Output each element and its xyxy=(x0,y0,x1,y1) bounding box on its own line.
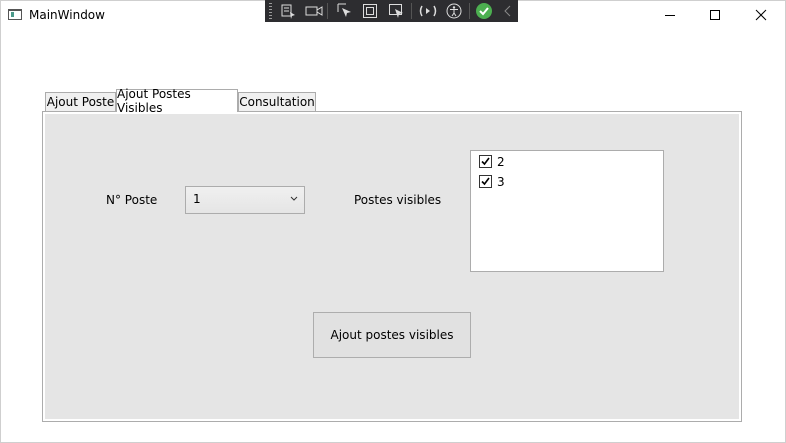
list-item[interactable]: 2 xyxy=(479,154,505,169)
live-visual-tree-icon[interactable] xyxy=(279,2,297,20)
poste-selected-value: 1 xyxy=(193,192,201,206)
checkbox-poste-2[interactable] xyxy=(479,155,492,168)
checkbox-poste-3[interactable] xyxy=(479,175,492,188)
tab-ajout-postes-visibles[interactable]: Ajout Postes Visibles xyxy=(116,87,238,115)
hot-reload-icon[interactable] xyxy=(419,2,437,20)
maximize-icon xyxy=(710,10,720,20)
ajout-postes-visibles-button[interactable]: Ajout postes visibles xyxy=(313,312,471,358)
list-item-label: 3 xyxy=(497,174,505,189)
toolbar-separator xyxy=(469,3,470,19)
toolbar-separator xyxy=(411,3,412,19)
accessibility-icon[interactable] xyxy=(445,2,463,20)
select-element-icon[interactable] xyxy=(336,2,354,20)
close-button[interactable] xyxy=(738,0,784,30)
toolbar-separator xyxy=(327,3,328,19)
record-icon[interactable] xyxy=(305,2,323,20)
tab-consultation[interactable]: Consultation xyxy=(238,92,316,112)
window-title: MainWindow xyxy=(29,8,105,22)
poste-label: N° Poste xyxy=(106,193,158,207)
list-item-label: 2 xyxy=(497,154,505,169)
minimize-icon xyxy=(665,15,675,16)
track-focused-element-icon[interactable] xyxy=(387,2,405,20)
maximize-button[interactable] xyxy=(692,0,738,30)
checkmark-icon xyxy=(481,177,490,186)
postes-visibles-listbox[interactable]: 2 3 xyxy=(470,150,664,272)
app-window-icon xyxy=(8,9,22,20)
chevron-down-icon xyxy=(290,196,298,201)
display-layout-adorners-icon[interactable] xyxy=(361,2,379,20)
postes-visibles-label: Postes visibles xyxy=(354,193,442,207)
close-icon xyxy=(755,9,767,21)
tab-ajout-poste[interactable]: Ajout Poste xyxy=(45,92,116,112)
check-icon[interactable] xyxy=(475,2,493,20)
list-item[interactable]: 3 xyxy=(479,174,505,189)
debug-toolbar xyxy=(265,0,518,22)
checkmark-icon xyxy=(481,157,490,166)
collapse-icon[interactable] xyxy=(499,2,517,20)
toolbar-grip[interactable] xyxy=(269,3,272,19)
minimize-button[interactable] xyxy=(647,0,693,30)
poste-combobox[interactable]: 1 xyxy=(185,186,305,214)
